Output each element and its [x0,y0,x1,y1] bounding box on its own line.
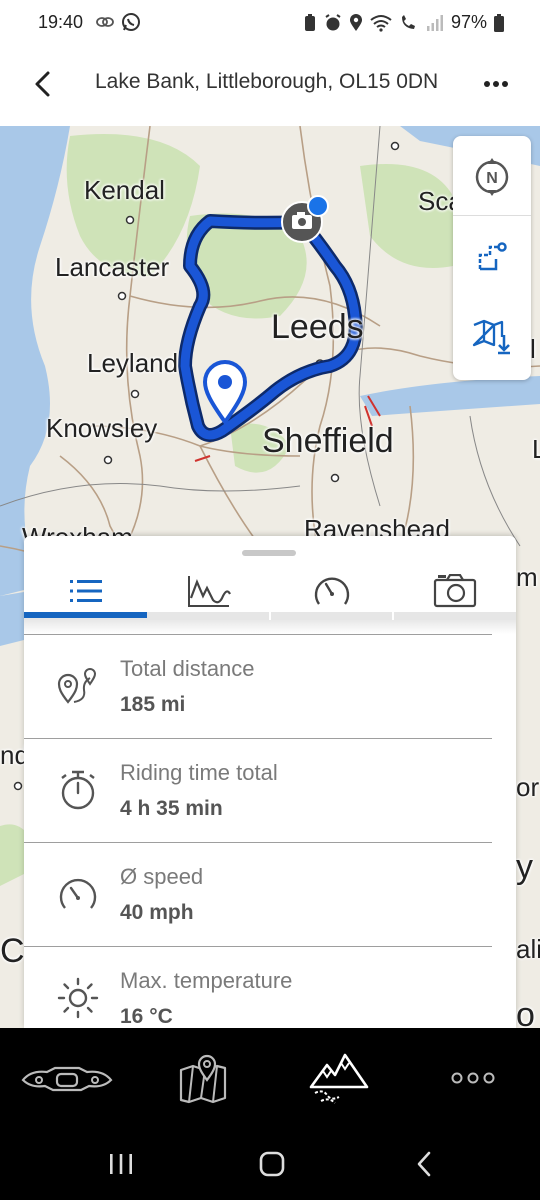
route-details-sheet: Total distance 185 mi Riding time total … [24,536,516,1028]
back-button[interactable] [24,66,60,102]
route-points-button[interactable] [453,218,531,296]
map-label-leeds: Leeds [271,308,364,346]
back-arrow-icon [35,71,50,97]
map-controls: N [453,136,531,380]
stat-value: 185 mi [120,693,186,716]
stat-label: Riding time total [120,760,278,785]
svg-text:N: N [486,170,498,187]
battery-saver-icon [304,13,315,31]
more-options-button[interactable] [476,66,516,102]
map-label-sheffield: Sheffield [262,422,394,460]
map-label-lancaster: Lancaster [55,252,170,282]
map-label-right-o: o [516,996,535,1028]
stat-label: Ø speed [120,864,204,889]
nav-map[interactable] [148,1042,258,1114]
speed-gauge-icon [59,878,97,909]
more-dots-icon [451,1072,495,1084]
offline-map-download-icon [472,319,510,355]
route-points-icon [478,242,507,271]
wifi-call-icon [401,14,415,29]
recent-apps-button[interactable] [96,1146,146,1182]
battery-icon [494,13,504,32]
route-distance-icon [57,668,97,704]
nav-connected-ride[interactable] [12,1042,122,1114]
speedometer-icon [314,577,349,605]
motorcycle-dashboard-icon [21,1066,113,1092]
compass-north-icon: N [475,157,509,196]
map-label-right-L: L [532,434,540,464]
status-bar: 19:40 97% [0,0,540,46]
stat-value: 40 mph [120,901,194,924]
battery-percent: 97% [450,12,487,32]
map-label-right-m: m [516,562,538,592]
list-icon [69,580,102,602]
elevation-profile-icon [187,576,231,607]
map-label-knowsley: Knowsley [46,413,158,443]
wifi-icon [370,14,392,32]
map-label-kendal: Kendal [84,175,165,205]
bottom-navigation [0,1028,540,1128]
alarm-icon [325,13,341,30]
system-navigation [0,1128,540,1200]
map-label-leyland: Leyland [87,348,179,378]
tab-indicator-track [24,612,516,620]
link-icon [96,17,114,27]
offline-map-button[interactable] [453,298,531,376]
map-pin-icon [179,1054,227,1104]
system-back-button[interactable] [399,1146,449,1182]
sun-icon [57,977,99,1019]
compass-button[interactable]: N [453,138,531,216]
stat-riding-time: Riding time total 4 h 35 min [24,738,516,842]
more-horizontal-icon [484,81,508,87]
stat-value: 16 °C [120,1005,173,1028]
position-dot-icon [307,195,329,217]
home-button[interactable] [247,1146,297,1182]
camera-icon [433,574,476,608]
stat-label: Max. temperature [120,968,293,993]
nav-routes[interactable] [284,1042,394,1114]
tab-indicator-active [24,612,147,618]
stat-max-temperature: Max. temperature 16 °C [24,946,516,1028]
stopwatch-icon [61,770,95,810]
stat-average-speed: Ø speed 40 mph [24,842,516,946]
map-label-right-ali: ali [516,934,540,964]
signal-icon [426,14,443,31]
status-time: 19:40 [38,12,84,32]
location-icon [349,13,362,31]
page-title: Lake Bank, Littleborough, OL15 0DN [95,70,439,93]
app-header: Lake Bank, Littleborough, OL15 0DN [0,46,540,126]
stat-total-distance: Total distance 185 mi [24,634,516,738]
home-icon [259,1151,285,1177]
recent-apps-icon [110,1154,132,1174]
mountain-routes-icon [309,1053,369,1104]
stats-list: Total distance 185 mi Riding time total … [24,634,516,1028]
nav-more[interactable] [418,1042,528,1114]
map-label-right-y: y [516,848,533,886]
stat-label: Total distance [120,656,255,681]
stat-value: 4 h 35 min [120,797,223,820]
map-label-right-or: or [516,772,540,802]
sheet-drag-handle[interactable] [242,550,296,556]
whatsapp-icon [122,13,140,31]
system-back-icon [417,1151,431,1177]
